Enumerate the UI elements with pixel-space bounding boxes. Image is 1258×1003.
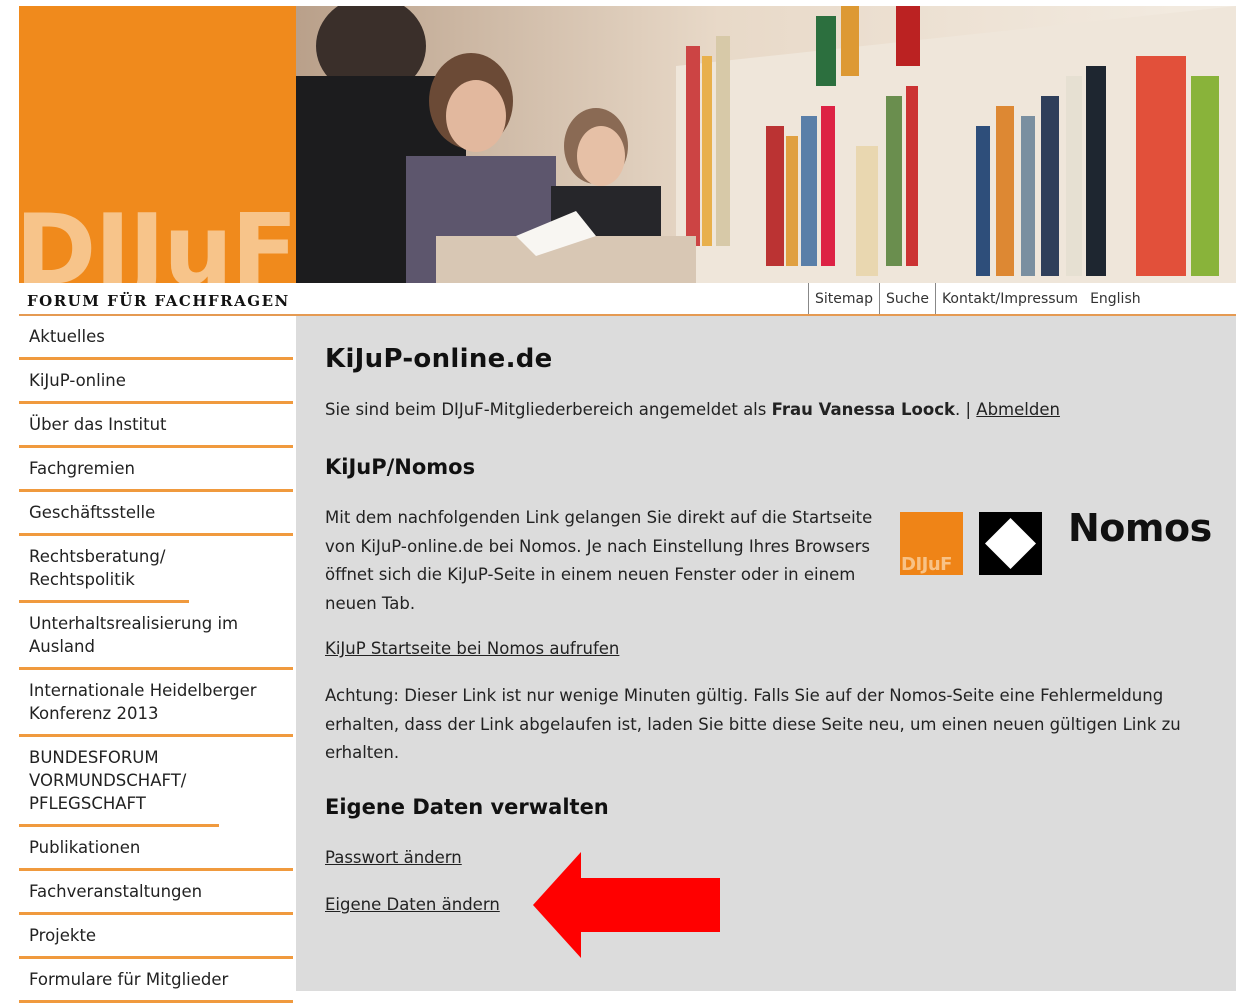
sidebar-item-unterhaltsrealisierung[interactable]: Unterhaltsrealisierung im Ausland	[19, 603, 293, 670]
partner-logos: DIJuF Nomos	[900, 506, 1220, 583]
sidebar-item-geschaeftsstelle[interactable]: Geschäftsstelle	[19, 492, 293, 536]
login-status: Sie sind beim DIJuF-Mitgliederbereich an…	[325, 400, 1060, 419]
logo-text: DIJuF	[19, 194, 296, 283]
sidebar-item-kijup-online[interactable]: KiJuP-online	[19, 360, 293, 404]
sidebar-item-aktuelles[interactable]: Aktuelles	[19, 316, 293, 360]
top-navigation: Sitemap Suche Kontakt/Impressum English	[808, 283, 1147, 314]
sidebar-item-ueber-das-institut[interactable]: Über das Institut	[19, 404, 293, 448]
change-password-link[interactable]: Passwort ändern	[325, 844, 462, 873]
nomos-diamond-icon	[979, 512, 1042, 575]
page-title: KiJuP-online.de	[325, 344, 553, 374]
login-separator: . |	[955, 400, 977, 419]
header-photo	[296, 6, 1236, 283]
sidebar-item-heidelberger-konferenz[interactable]: Internationale Heidelberger Konferenz 20…	[19, 670, 293, 737]
sidebar-item-formulare[interactable]: Formulare für Mitglieder	[19, 959, 293, 1003]
intro-paragraph: Mit dem nachfolgenden Link gelangen Sie …	[325, 508, 873, 613]
dijuf-small-logo-text: DIJuF	[901, 554, 952, 575]
sidebar-item-rechtsberatung[interactable]: Rechtsberatung/ Rechtspolitik	[19, 536, 189, 603]
warning-paragraph: Achtung: Dieser Link ist nur wenige Minu…	[325, 686, 1181, 762]
dijuf-small-logo: DIJuF	[900, 512, 963, 575]
sidebar-item-fachveranstaltungen[interactable]: Fachveranstaltungen	[19, 871, 293, 915]
change-own-data-link[interactable]: Eigene Daten ändern	[325, 891, 500, 920]
topnav-english[interactable]: English	[1084, 283, 1147, 314]
nomos-wordmark: Nomos	[1068, 506, 1212, 550]
sidebar-navigation: Aktuelles KiJuP-online Über das Institut…	[19, 316, 293, 1003]
red-arrow-annotation	[533, 852, 723, 966]
nomos-start-link[interactable]: KiJuP Startseite bei Nomos aufrufen	[325, 635, 619, 664]
login-prefix: Sie sind beim DIJuF-Mitgliederbereich an…	[325, 400, 772, 419]
tagline: FORUM FÜR FACHFRAGEN	[27, 292, 290, 310]
topnav-suche[interactable]: Suche	[878, 283, 935, 314]
sidebar-item-publikationen[interactable]: Publikationen	[19, 827, 293, 871]
logout-link[interactable]: Abmelden	[976, 400, 1060, 419]
section-heading-kijup-nomos: KiJuP/Nomos	[325, 455, 476, 479]
header-bar: FORUM FÜR FACHFRAGEN Sitemap Suche Konta…	[19, 283, 1236, 316]
main-content: KiJuP-online.de Sie sind beim DIJuF-Mitg…	[296, 316, 1236, 991]
topnav-kontakt-impressum[interactable]: Kontakt/Impressum	[934, 283, 1084, 314]
sidebar-item-fachgremien[interactable]: Fachgremien	[19, 448, 293, 492]
topnav-sitemap[interactable]: Sitemap	[808, 283, 879, 314]
login-user: Frau Vanessa Loock	[771, 400, 955, 419]
dijuf-logo[interactable]: DIJuF	[19, 6, 296, 283]
section-heading-eigene-daten: Eigene Daten verwalten	[325, 795, 609, 819]
sidebar-item-bundesforum[interactable]: BUNDESFORUM VORMUNDSCHAFT/ PFLEGSCHAFT	[19, 737, 219, 827]
sidebar-item-projekte[interactable]: Projekte	[19, 915, 293, 959]
